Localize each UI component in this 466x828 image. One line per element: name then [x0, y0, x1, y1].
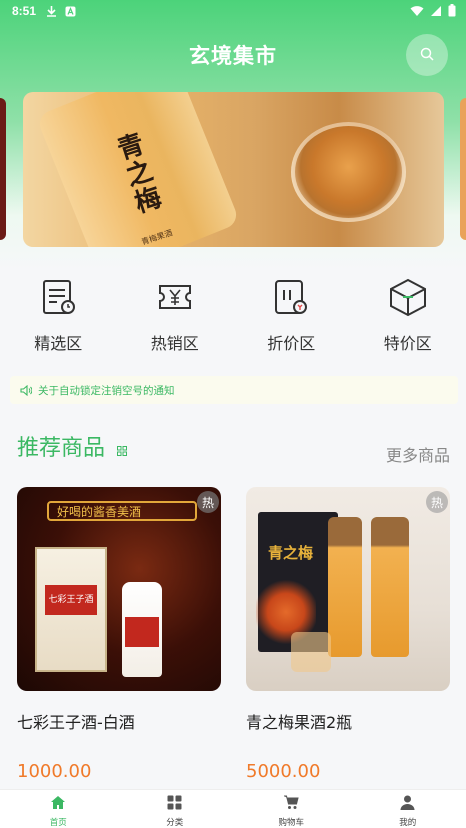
nav-label: 我的: [399, 818, 417, 828]
nav-label: 首页: [49, 818, 67, 828]
category-label: 精选区: [34, 334, 83, 353]
wifi-icon: [410, 5, 424, 20]
banner-prev-slide[interactable]: [0, 98, 6, 240]
nav-cart[interactable]: 购物车: [233, 790, 350, 828]
document-clock-icon: [37, 276, 79, 318]
nav-home[interactable]: 首页: [0, 790, 117, 828]
notice-text: 关于自动锁定注销空号的通知: [38, 384, 175, 397]
hot-badge: 热: [197, 491, 219, 513]
nav-category[interactable]: 分类: [117, 790, 234, 828]
grid-icon: [167, 795, 182, 814]
signal-icon: [430, 5, 442, 20]
product-price: 5000.00: [246, 761, 321, 782]
product-bottle-image: [122, 582, 162, 677]
category-row: 精选区 热销区 折价区 特价区: [0, 272, 466, 357]
product-bottle-image: [328, 517, 362, 657]
discount-card-icon: [270, 276, 312, 318]
battery-icon: [448, 4, 456, 20]
category-label: 折价区: [267, 334, 316, 353]
download-icon: [46, 5, 57, 17]
product-card[interactable]: 青之梅 热 青之梅果酒2瓶 5000.00: [246, 487, 450, 782]
nav-label: 购物车: [278, 818, 304, 828]
product-bottle-image: [371, 517, 409, 657]
nav-label: 分类: [166, 818, 184, 828]
more-products-link[interactable]: 更多商品: [386, 442, 450, 466]
product-name: 七彩王子酒-白酒: [17, 713, 135, 732]
category-discount-zone[interactable]: 折价区: [233, 272, 350, 357]
product-glass-image: [291, 632, 331, 672]
ticket-yen-icon: [154, 276, 196, 318]
category-special-zone[interactable]: 特价区: [350, 272, 466, 357]
notification-a-icon: [65, 6, 76, 17]
product-box-label: 七彩王子酒: [45, 585, 97, 615]
user-icon: [400, 795, 415, 814]
search-button[interactable]: [406, 34, 448, 76]
search-icon: [420, 46, 434, 65]
product-box-image: 七彩王子酒: [35, 547, 107, 672]
box-icon: [387, 276, 429, 318]
product-card[interactable]: 好喝的酱香美酒 七彩王子酒 热 七彩王子酒-白酒 1000.00: [17, 487, 221, 782]
product-banner-text: 好喝的酱香美酒: [57, 505, 142, 519]
banner-slide[interactable]: 青之梅 青梅果酒: [23, 92, 444, 247]
nav-profile[interactable]: 我的: [350, 790, 466, 828]
speaker-icon: [20, 384, 32, 396]
section-title: 推荐商品: [17, 436, 106, 461]
category-label: 热销区: [150, 334, 199, 353]
product-price: 1000.00: [17, 761, 92, 782]
status-indicators: [410, 4, 456, 20]
bottom-nav: 首页 分类 购物车 我的: [0, 789, 466, 828]
hot-badge: 热: [426, 491, 448, 513]
grid-icon: [117, 441, 127, 460]
product-image: 好喝的酱香美酒 七彩王子酒 热: [17, 487, 221, 691]
product-image: 青之梅 热: [246, 487, 450, 691]
banner-glass-image: [291, 122, 406, 222]
category-label: 特价区: [383, 334, 432, 353]
home-icon: [50, 795, 66, 814]
status-time: 8:51: [12, 4, 37, 18]
category-hot-zone[interactable]: 热销区: [117, 272, 234, 357]
category-selected-zone[interactable]: 精选区: [0, 272, 117, 357]
banner-next-slide[interactable]: [460, 98, 466, 240]
app-title: 玄境集市: [189, 44, 277, 68]
product-bag-text: 青之梅: [268, 544, 314, 562]
notice-bar[interactable]: 关于自动锁定注销空号的通知: [10, 376, 458, 404]
product-name: 青之梅果酒2瓶: [246, 713, 353, 732]
status-bar: 8:51: [0, 0, 466, 22]
cart-icon: [283, 795, 299, 814]
